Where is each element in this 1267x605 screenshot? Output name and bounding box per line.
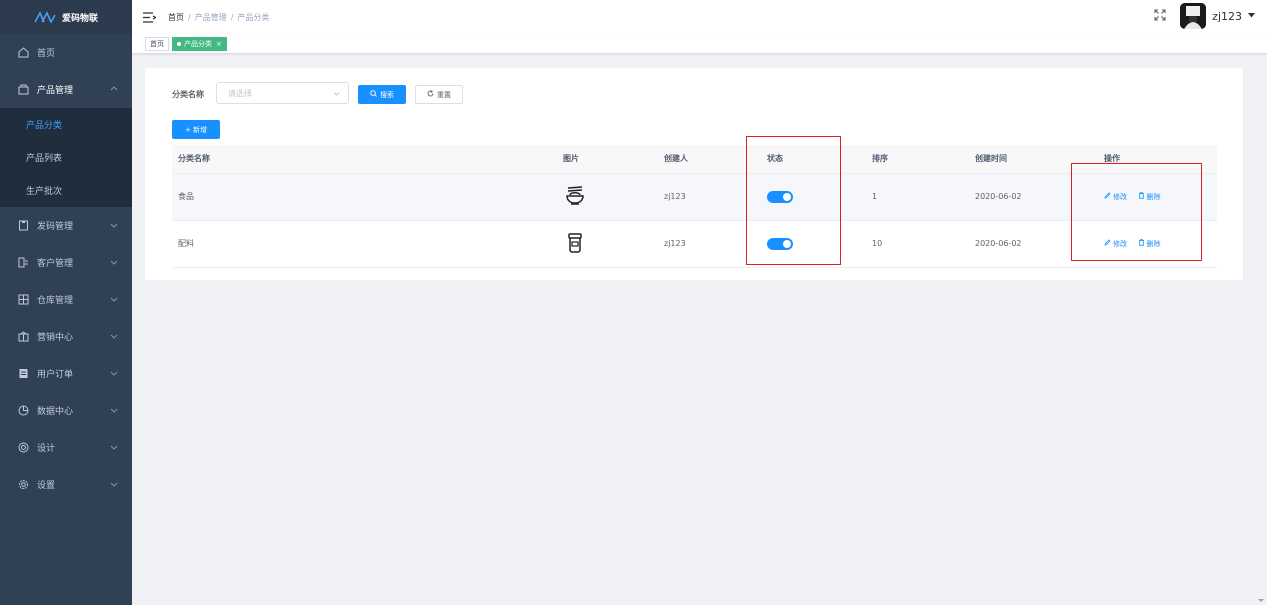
sidebar-item-design[interactable]: 设计 xyxy=(0,429,132,466)
chevron-down-icon xyxy=(109,331,119,341)
chart-icon xyxy=(17,405,29,417)
sidebar-item-label: 营销中心 xyxy=(37,333,74,343)
column-header-image: 图片 xyxy=(563,145,664,174)
sidebar-item-label: 设计 xyxy=(37,444,56,454)
category-select[interactable]: 请选择 xyxy=(216,82,349,104)
box-icon xyxy=(17,84,29,96)
tags-view: 首页 产品分类 × xyxy=(132,34,1267,54)
chevron-up-icon xyxy=(109,84,119,94)
sidebar-item-product-category[interactable]: 产品分类 xyxy=(0,108,132,141)
navbar: 首页 / 产品管理 / 产品分类 zj123 xyxy=(132,0,1267,34)
jar-icon xyxy=(563,231,587,255)
logo-icon xyxy=(34,11,56,24)
sidebar-item-product-list[interactable]: 产品列表 xyxy=(0,141,132,174)
breadcrumb-separator: / xyxy=(188,12,191,22)
chevron-down-icon xyxy=(109,368,119,378)
sidebar-item-product-management[interactable]: 产品管理 xyxy=(0,71,132,108)
chevron-down-icon xyxy=(333,90,340,97)
breadcrumb-separator: / xyxy=(230,12,234,22)
scroll-down-arrow-icon[interactable] xyxy=(1258,599,1264,602)
sidebar-item-production-batch[interactable]: 生产批次 xyxy=(0,174,132,207)
reset-label: 重置 xyxy=(437,90,451,99)
search-button[interactable]: 搜索 xyxy=(358,85,406,104)
marketing-icon xyxy=(17,331,29,343)
avatar[interactable] xyxy=(1180,3,1207,29)
customer-icon xyxy=(17,257,29,269)
nav-right: zj123 xyxy=(1154,3,1255,29)
chevron-down-icon xyxy=(109,257,119,267)
order-icon xyxy=(17,368,29,380)
caret-down-icon[interactable] xyxy=(1248,11,1255,21)
chevron-down-icon xyxy=(109,294,119,304)
home-icon xyxy=(17,47,29,59)
warehouse-icon xyxy=(17,294,29,306)
cell-name: 食品 xyxy=(172,173,563,221)
tag-label: 产品分类 xyxy=(184,40,212,48)
reset-button[interactable]: 重置 xyxy=(415,85,463,104)
sidebar: 爱码物联 首页 产品管理 产品分类 产品列表 生产批次 发码管理 客户管理 仓库… xyxy=(0,0,132,605)
search-label: 搜索 xyxy=(380,90,394,99)
tag-label: 首页 xyxy=(150,40,164,48)
logo[interactable]: 爱码物联 xyxy=(0,0,132,34)
tag-home[interactable]: 首页 xyxy=(145,37,169,51)
breadcrumb-home[interactable]: 首页 xyxy=(168,12,184,23)
cell-sort: 10 xyxy=(870,220,973,268)
sidebar-item-user-orders[interactable]: 用户订单 xyxy=(0,355,132,392)
table-row[interactable]: 配料 zj123 10 2020-06-02 修改 删除 xyxy=(172,220,1217,268)
breadcrumb: 首页 / 产品管理 / 产品分类 xyxy=(168,12,269,23)
chevron-down-icon xyxy=(109,479,119,489)
filter-label: 分类名称 xyxy=(172,90,204,99)
sidebar-item-customer-management[interactable]: 客户管理 xyxy=(0,244,132,281)
chevron-down-icon xyxy=(109,405,119,415)
column-header-name: 分类名称 xyxy=(172,145,563,174)
chevron-down-icon xyxy=(109,220,119,230)
sidebar-item-label: 首页 xyxy=(37,49,56,59)
sidebar-item-code-management[interactable]: 发码管理 xyxy=(0,207,132,244)
hamburger-icon[interactable] xyxy=(143,11,157,23)
search-icon xyxy=(370,90,377,99)
highlight-actions-box xyxy=(1071,163,1202,261)
sidebar-item-label: 用户订单 xyxy=(37,370,74,380)
sidebar-item-label: 设置 xyxy=(37,481,56,491)
cell-name: 配料 xyxy=(172,220,563,268)
sidebar-item-warehouse-management[interactable]: 仓库管理 xyxy=(0,281,132,318)
select-placeholder: 请选择 xyxy=(228,88,252,98)
sidebar-item-label: 客户管理 xyxy=(37,259,74,269)
breadcrumb-product-management: 产品管理 xyxy=(194,12,227,22)
highlight-status-box xyxy=(746,136,841,265)
add-label: + 新增 xyxy=(184,125,208,134)
active-dot-icon xyxy=(177,42,181,46)
table-row[interactable]: 食品 zj123 1 2020-06-02 修改 删除 xyxy=(172,173,1217,221)
tag-product-category[interactable]: 产品分类 × xyxy=(172,37,227,51)
sidebar-item-label: 数据中心 xyxy=(37,407,74,417)
table-header-row: 分类名称 图片 创建人 状态 排序 创建时间 操作 xyxy=(172,145,1217,174)
username[interactable]: zj123 xyxy=(1212,10,1242,23)
sidebar-item-home[interactable]: 首页 xyxy=(0,34,132,71)
design-icon xyxy=(17,442,29,454)
sidebar-item-marketing-center[interactable]: 营销中心 xyxy=(0,318,132,355)
category-table: 分类名称 图片 创建人 状态 排序 创建时间 操作 食品 zj123 1 202… xyxy=(172,145,1217,268)
submenu-product: 产品分类 产品列表 生产批次 xyxy=(0,108,132,207)
noodle-bowl-icon xyxy=(563,184,587,208)
sidebar-item-label: 发码管理 xyxy=(37,222,74,232)
sidebar-item-settings[interactable]: 设置 xyxy=(0,466,132,503)
gear-icon xyxy=(17,479,29,491)
breadcrumb-product-category: 产品分类 xyxy=(237,12,270,22)
app-title: 爱码物联 xyxy=(61,13,98,24)
refresh-icon xyxy=(427,90,434,99)
chevron-down-icon xyxy=(109,442,119,452)
sidebar-item-label: 仓库管理 xyxy=(37,296,74,306)
fullscreen-icon[interactable] xyxy=(1154,8,1166,24)
sidebar-item-data-center[interactable]: 数据中心 xyxy=(0,392,132,429)
qrcode-icon xyxy=(17,220,29,232)
sidebar-item-label: 产品管理 xyxy=(37,86,74,96)
cell-image xyxy=(563,173,664,221)
close-icon[interactable]: × xyxy=(216,40,222,48)
add-button[interactable]: + 新增 xyxy=(172,120,220,139)
cell-sort: 1 xyxy=(870,173,973,221)
column-header-sort: 排序 xyxy=(870,145,973,174)
cell-image xyxy=(563,220,664,268)
